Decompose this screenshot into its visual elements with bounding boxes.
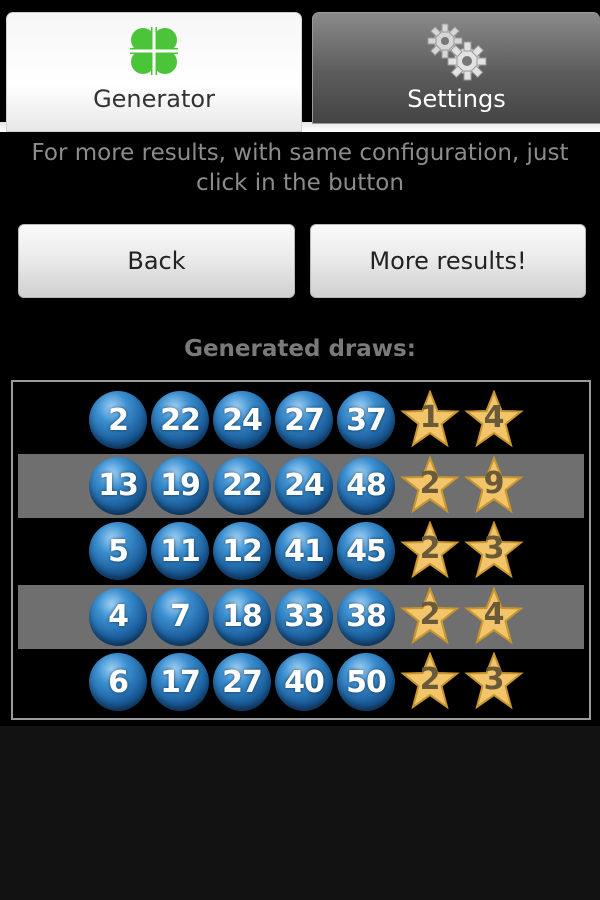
draw-row-content: 4 7 18 33 38 2 4 [89, 586, 527, 647]
star-icon: 2 [399, 521, 461, 581]
draw-row-content: 13 19 22 24 48 2 9 [89, 455, 527, 516]
number-ball: 50 [337, 653, 395, 711]
number-ball: 48 [337, 456, 395, 515]
number-ball: 41 [275, 522, 333, 580]
back-button[interactable]: Back [18, 224, 295, 298]
star-number: 2 [419, 662, 441, 697]
number-ball: 18 [213, 587, 271, 646]
draw-row: 4 7 18 33 38 2 4 [18, 584, 584, 649]
number-ball: 27 [213, 653, 271, 711]
number-ball: 27 [275, 391, 333, 449]
number-ball: 38 [337, 587, 395, 646]
number-ball: 24 [275, 456, 333, 515]
number-ball: 24 [213, 391, 271, 449]
empty-area [0, 726, 600, 900]
star-icon: 4 [463, 586, 525, 647]
tab-settings[interactable]: Settings [312, 12, 600, 124]
star-icon: 3 [463, 652, 525, 712]
star-number: 1 [419, 400, 441, 435]
number-ball: 33 [275, 587, 333, 646]
tab-bar: Generator Settings [0, 0, 600, 134]
star-number: 4 [483, 596, 505, 632]
star-number: 3 [483, 531, 505, 566]
number-ball: 5 [89, 522, 147, 580]
info-text: For more results, with same configuratio… [31, 140, 569, 196]
star-number: 3 [483, 662, 505, 697]
number-ball: 17 [151, 653, 209, 711]
number-ball: 2 [89, 391, 147, 449]
star-icon: 1 [399, 390, 461, 450]
star-icon: 3 [463, 521, 525, 581]
star-icon: 9 [463, 455, 525, 516]
number-ball: 45 [337, 522, 395, 580]
number-ball: 11 [151, 522, 209, 580]
star-number: 2 [419, 596, 441, 632]
star-icon: 2 [399, 586, 461, 647]
draw-row: 13 19 22 24 48 2 9 [18, 453, 584, 518]
tab-label-settings: Settings [407, 85, 506, 113]
number-ball: 7 [151, 587, 209, 646]
number-ball: 4 [89, 587, 147, 646]
draws-title: Generated draws: [184, 336, 416, 362]
tab-label-generator: Generator [93, 85, 215, 113]
number-ball: 13 [89, 456, 147, 515]
gears-icon [425, 21, 489, 85]
star-number: 2 [419, 465, 441, 501]
number-ball: 22 [151, 391, 209, 449]
draw-row-content: 6 17 27 40 50 2 3 [89, 652, 527, 712]
draw-row-content: 2 22 24 27 37 1 4 [89, 390, 527, 450]
more-results-button[interactable]: More results! [310, 224, 586, 298]
star-icon: 4 [463, 390, 525, 450]
tab-generator[interactable]: Generator [6, 12, 302, 132]
number-ball: 12 [213, 522, 271, 580]
number-ball: 40 [275, 653, 333, 711]
number-ball: 37 [337, 391, 395, 449]
star-number: 4 [483, 400, 505, 435]
number-ball: 6 [89, 653, 147, 711]
draw-row: 6 17 27 40 50 2 3 [18, 650, 584, 714]
star-number: 9 [483, 465, 505, 501]
star-icon: 2 [399, 652, 461, 712]
draw-row-content: 5 11 12 41 45 2 3 [89, 521, 527, 581]
number-ball: 22 [213, 456, 271, 515]
draw-row: 2 22 24 27 37 1 4 [18, 388, 584, 452]
number-ball: 19 [151, 456, 209, 515]
draw-row: 5 11 12 41 45 2 3 [18, 519, 584, 583]
draws-list: 2 22 24 27 37 1 4 13 19 22 24 48 2 9 5 11 12 41 45 2 3 4 7 18 33… [11, 380, 591, 720]
star-number: 2 [419, 531, 441, 566]
star-icon: 2 [399, 455, 461, 516]
clover-icon [124, 21, 184, 85]
